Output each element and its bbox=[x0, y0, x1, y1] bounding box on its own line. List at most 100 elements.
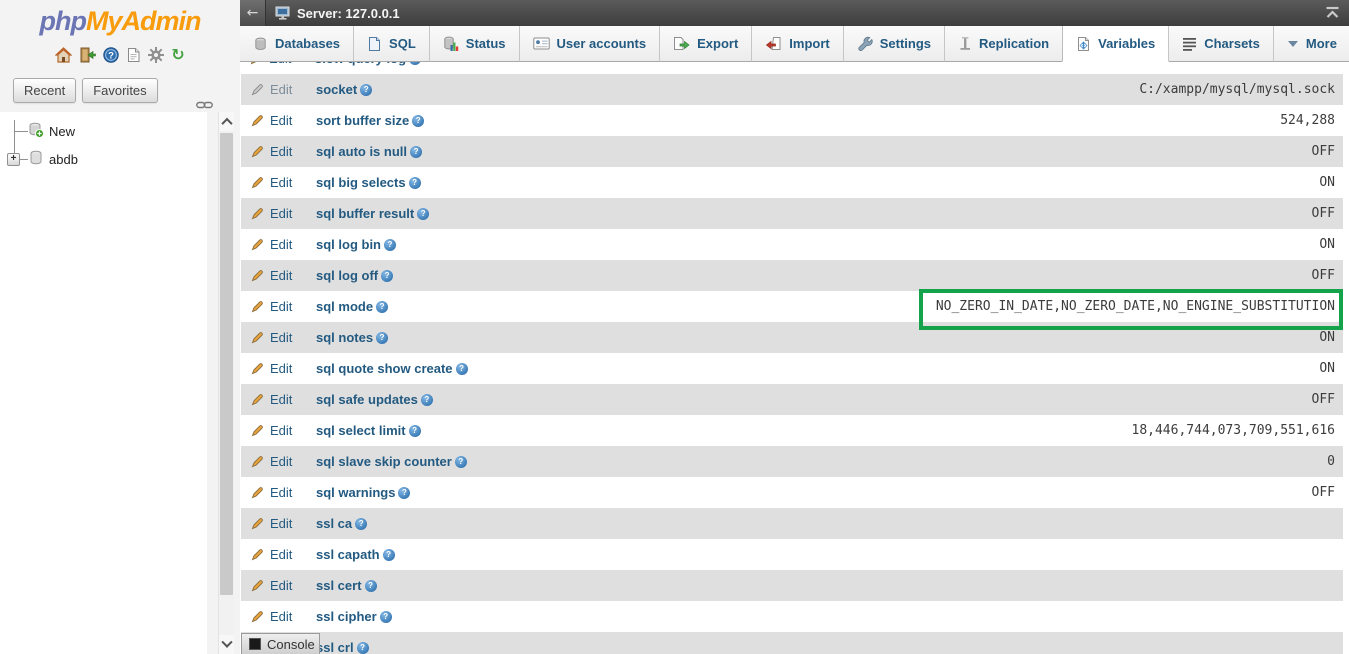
favorites-button[interactable]: Favorites bbox=[82, 78, 157, 103]
edit-link[interactable]: Edit bbox=[241, 516, 306, 531]
tab-charsets[interactable]: Charsets bbox=[1169, 26, 1274, 62]
variable-name[interactable]: ssl cipher bbox=[316, 609, 377, 624]
logout-icon[interactable] bbox=[79, 47, 96, 63]
tab-replication[interactable]: Replication bbox=[945, 26, 1063, 62]
scrollbar-down-button[interactable] bbox=[219, 635, 234, 654]
variable-name[interactable]: sql big selects bbox=[316, 175, 406, 190]
sidebar-scrollbar[interactable] bbox=[218, 112, 234, 654]
edit-link[interactable]: Edit bbox=[241, 175, 306, 190]
edit-link[interactable]: Edit bbox=[241, 392, 306, 407]
help-icon[interactable] bbox=[383, 549, 395, 561]
variable-name[interactable]: sql buffer result bbox=[316, 206, 414, 221]
table-row: Editsql quote show createON bbox=[241, 353, 1343, 384]
help-icon[interactable] bbox=[376, 301, 388, 313]
table-row: Editsql slave skip counter0 bbox=[241, 446, 1343, 477]
variable-name[interactable]: sql warnings bbox=[316, 485, 395, 500]
variable-name[interactable]: sql slave skip counter bbox=[316, 454, 452, 469]
server-title: Server: 127.0.0.1 bbox=[297, 6, 400, 21]
server-tabs: Databases SQL Status User accounts Expor… bbox=[240, 26, 1349, 62]
tab-more[interactable]: More bbox=[1274, 26, 1349, 62]
variable-name[interactable]: ssl crl bbox=[316, 640, 354, 654]
help-icon[interactable] bbox=[380, 611, 392, 623]
help-icon[interactable] bbox=[409, 62, 421, 65]
variable-value: 524,288 bbox=[1280, 113, 1343, 128]
help-icon[interactable] bbox=[409, 425, 421, 437]
tree-item-new[interactable]: New bbox=[28, 120, 75, 142]
help-icon[interactable] bbox=[421, 394, 433, 406]
edit-link[interactable]: Edit bbox=[240, 62, 305, 66]
phpmyadmin-logo[interactable]: phpMyAdmin bbox=[0, 6, 240, 37]
table-row: EditsocketC:/xampp/mysql/mysql.sock bbox=[241, 74, 1343, 105]
tab-export[interactable]: Export bbox=[660, 26, 752, 62]
help-icon[interactable] bbox=[398, 487, 410, 499]
edit-link[interactable]: Edit bbox=[241, 113, 306, 128]
help-icon[interactable] bbox=[409, 177, 421, 189]
scroll-top-icon[interactable] bbox=[1325, 6, 1340, 24]
edit-link[interactable]: Edit bbox=[241, 485, 306, 500]
edit-link[interactable]: Edit bbox=[241, 578, 306, 593]
variable-name[interactable]: sql notes bbox=[316, 330, 373, 345]
help-icon[interactable] bbox=[365, 580, 377, 592]
edit-link[interactable]: Edit bbox=[241, 330, 306, 345]
edit-link[interactable]: Edit bbox=[241, 206, 306, 221]
recent-button[interactable]: Recent bbox=[13, 78, 76, 103]
variable-name[interactable]: sort buffer size bbox=[316, 113, 409, 128]
tab-settings[interactable]: Settings bbox=[844, 26, 945, 62]
edit-link[interactable]: Edit bbox=[241, 237, 306, 252]
table-row: Edit ssl cert bbox=[241, 570, 1343, 601]
scrollbar-thumb[interactable] bbox=[220, 133, 233, 595]
tab-user-accounts[interactable]: User accounts bbox=[520, 26, 661, 62]
help-icon[interactable] bbox=[376, 332, 388, 344]
docs-icon[interactable] bbox=[126, 47, 141, 63]
variable-name[interactable]: sql select limit bbox=[316, 423, 406, 438]
gear-icon[interactable] bbox=[148, 47, 164, 63]
help-icon[interactable] bbox=[357, 642, 369, 654]
variable-name[interactable]: ssl cert bbox=[316, 578, 362, 593]
variable-name[interactable]: ssl capath bbox=[316, 547, 380, 562]
edit-link[interactable]: Edit bbox=[241, 454, 306, 469]
scrollbar-up-button[interactable] bbox=[219, 112, 234, 131]
tab-status[interactable]: Status bbox=[430, 26, 520, 62]
edit-link: Edit bbox=[241, 82, 306, 97]
home-icon[interactable] bbox=[55, 47, 72, 63]
variable-name[interactable]: ssl ca bbox=[316, 516, 352, 531]
variable-name[interactable]: sql mode bbox=[316, 299, 373, 314]
table-row: Editsql auto is nullOFF bbox=[241, 136, 1343, 167]
back-arrow-button[interactable]: ← bbox=[240, 0, 266, 26]
tab-databases[interactable]: Databases bbox=[240, 26, 354, 62]
variable-name[interactable]: sql log bin bbox=[316, 237, 381, 252]
tab-import[interactable]: Import bbox=[752, 26, 843, 62]
database-new-icon bbox=[28, 122, 44, 141]
help-icon[interactable] bbox=[412, 115, 424, 127]
help-icon[interactable] bbox=[355, 518, 367, 530]
edit-link[interactable]: Edit bbox=[241, 361, 306, 376]
help-icon[interactable] bbox=[410, 146, 422, 158]
tab-variables[interactable]: Variables bbox=[1062, 26, 1169, 62]
variable-name[interactable]: sql safe updates bbox=[316, 392, 418, 407]
question-icon[interactable]: ? bbox=[103, 47, 119, 63]
edit-link[interactable]: Edit bbox=[241, 268, 306, 283]
tree-expand-button[interactable]: + bbox=[7, 153, 20, 166]
console-button[interactable]: Console bbox=[241, 633, 320, 654]
variable-name[interactable]: slow query log bbox=[315, 62, 406, 66]
edit-link[interactable]: Edit bbox=[241, 299, 306, 314]
edit-link[interactable]: Edit bbox=[241, 547, 306, 562]
help-icon[interactable] bbox=[381, 270, 393, 282]
refresh-icon[interactable]: ↻ bbox=[171, 47, 184, 63]
databases-icon bbox=[253, 36, 268, 52]
edit-link[interactable]: Edit bbox=[241, 423, 306, 438]
help-icon[interactable] bbox=[360, 84, 372, 96]
variable-name[interactable]: sql auto is null bbox=[316, 144, 407, 159]
edit-link[interactable]: Edit bbox=[241, 609, 306, 624]
help-icon[interactable] bbox=[455, 456, 467, 468]
edit-link[interactable]: Edit bbox=[241, 144, 306, 159]
variable-name[interactable]: socket bbox=[316, 82, 357, 97]
variable-value: ON bbox=[1319, 330, 1343, 345]
variable-name[interactable]: sql log off bbox=[316, 268, 378, 283]
help-icon[interactable] bbox=[456, 363, 468, 375]
variable-name[interactable]: sql quote show create bbox=[316, 361, 453, 376]
tab-sql[interactable]: SQL bbox=[354, 26, 430, 62]
help-icon[interactable] bbox=[417, 208, 429, 220]
tree-item-abdb[interactable]: abdb bbox=[28, 148, 78, 170]
help-icon[interactable] bbox=[384, 239, 396, 251]
